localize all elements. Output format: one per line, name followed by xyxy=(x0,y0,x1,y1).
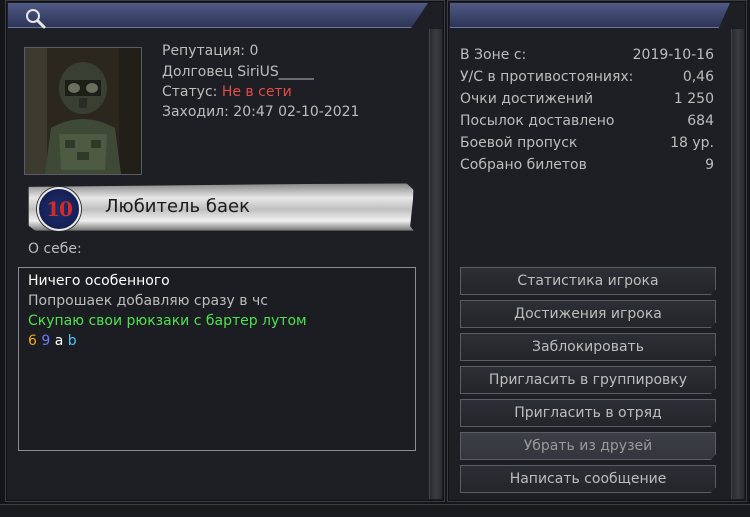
stat-value-kd: 0,46 xyxy=(682,69,714,85)
colored-token: 6 xyxy=(28,333,37,349)
title-level-badge: 10 xyxy=(37,187,81,231)
avatar xyxy=(24,47,142,175)
remove-friend-button[interactable]: Убрать из друзей xyxy=(460,432,716,460)
stat-value-parcels: 684 xyxy=(687,113,714,129)
stats-header-bar xyxy=(450,3,730,28)
about-line: Попрошаек добавляю сразу в чс xyxy=(28,293,268,309)
stat-label-zone-since: В Зоне с: xyxy=(460,47,527,63)
stat-value-tickets: 9 xyxy=(705,157,714,173)
stat-label-parcels: Посылок доставлено xyxy=(460,113,615,129)
player-title-text: Любитель баек xyxy=(105,196,250,217)
status-value: Не в сети xyxy=(221,84,292,100)
last-seen-text: Заходил: 20:47 02-10-2021 xyxy=(162,104,360,120)
colored-token: 9 xyxy=(41,333,51,349)
stat-value-zone-since: 2019-10-16 xyxy=(632,47,714,63)
about-label: О себе: xyxy=(28,241,82,257)
player-stats-button[interactable]: Статистика игрока xyxy=(460,267,716,295)
invite-to-squad-button[interactable]: Пригласить в отряд xyxy=(460,399,716,427)
title-level-number: 10 xyxy=(46,197,73,221)
stat-value-battle-pass: 18 ур. xyxy=(670,135,714,151)
reputation-text: Репутация: 0 xyxy=(162,43,259,59)
colored-token: b xyxy=(67,333,77,349)
stats-panel: В Зоне с: 2019-10-16 У/С в противостояни… xyxy=(447,0,747,502)
about-colored-line: 6 9 a b xyxy=(28,333,77,349)
send-message-button[interactable]: Написать сообщение xyxy=(460,465,716,493)
stat-value-achievement-points: 1 250 xyxy=(673,91,714,107)
player-achievements-button[interactable]: Достижения игрока xyxy=(460,300,716,328)
status-line: Статус: Не в сети xyxy=(162,84,292,100)
player-title-bar: 10 Любитель баек xyxy=(28,183,414,231)
bottom-edge xyxy=(0,504,750,517)
invite-to-faction-button[interactable]: Пригласить в группировку xyxy=(460,366,716,394)
player-name: Долговец SiriUS_____ xyxy=(162,64,314,80)
about-line: Скупаю свои рюкзаки с бартер лутом xyxy=(28,313,307,329)
status-label: Статус: xyxy=(162,84,222,100)
stat-label-battle-pass: Боевой пропуск xyxy=(460,135,578,151)
stat-label-tickets: Собрано билетов xyxy=(460,157,587,173)
profile-panel: Репутация: 0 Долговец SiriUS_____ Статус… xyxy=(5,0,445,502)
colored-token: a xyxy=(54,333,64,349)
stat-label-kd: У/С в противостояниях: xyxy=(460,69,634,85)
about-line: Ничего особенного xyxy=(28,273,170,289)
profile-header-bar xyxy=(8,3,428,28)
block-button[interactable]: Заблокировать xyxy=(460,333,716,361)
about-box: Ничего особенного Попрошаек добавляю сра… xyxy=(18,267,416,451)
stat-label-achievement-points: Очки достижений xyxy=(460,91,594,107)
